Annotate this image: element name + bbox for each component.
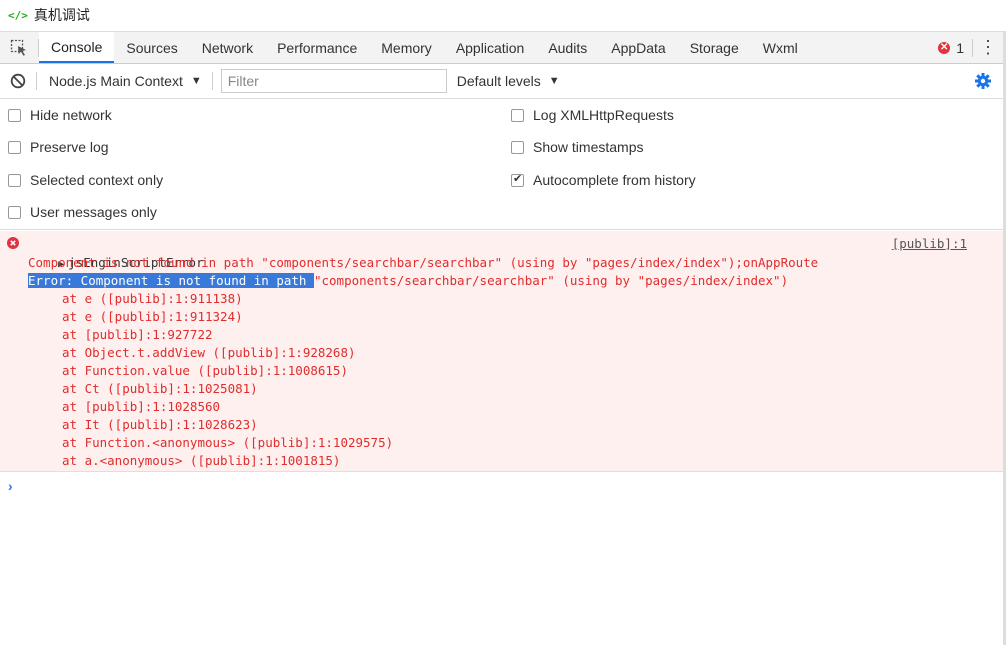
tab-sources[interactable]: Sources (114, 32, 189, 63)
tab-storage[interactable]: Storage (678, 32, 751, 63)
inspect-element-icon[interactable] (0, 32, 38, 63)
log-xhr-option[interactable]: Log XMLHttpRequests (511, 107, 674, 123)
selected-context-option[interactable]: Selected context only (8, 172, 163, 188)
stack-frame: at Ct ([publib]:1:1025081) (62, 381, 258, 396)
more-options-icon[interactable]: ⋮ (973, 37, 1003, 58)
tab-performance[interactable]: Performance (265, 32, 369, 63)
context-label: Node.js Main Context (49, 73, 183, 89)
error-message: Component is not found in path "componen… (28, 255, 819, 270)
selected-context-label: Selected context only (30, 172, 164, 188)
filter-input[interactable] (220, 69, 447, 93)
tab-appdata[interactable]: AppData (599, 32, 677, 63)
window-titlebar: </> 真机调试 (0, 0, 1006, 30)
user-messages-checkbox[interactable] (8, 205, 21, 219)
devtools-tabbar: Console Sources Network Performance Memo… (0, 31, 1003, 64)
clear-console-icon[interactable] (0, 73, 36, 89)
error-source-link[interactable]: [publib]:1 (892, 236, 967, 251)
window-title: 真机调试 (33, 7, 90, 23)
error-line-rest: "components/searchbar/searchbar" (using … (313, 273, 789, 288)
levels-label: Default levels (456, 73, 541, 89)
user-messages-label: User messages only (30, 204, 157, 220)
error-circle-icon (7, 237, 19, 252)
tab-memory[interactable]: Memory (369, 32, 444, 63)
autocomplete-checkbox[interactable] (511, 172, 524, 187)
stack-frame: at [publib]:1:927722 (62, 327, 213, 342)
stack-frame: at e ([publib]:1:911138) (62, 291, 243, 306)
console-error-message: ▶ jsEnginScriptError [publib]:1 Component… (0, 231, 1003, 472)
log-levels-dropdown[interactable]: Default levels ▼ (457, 73, 560, 89)
hide-network-checkbox[interactable] (8, 108, 21, 122)
dropdown-caret-icon: ▼ (548, 75, 560, 87)
stack-frame: at a.<anonymous> ([publib]:1:1001815) (62, 453, 341, 468)
hide-network-option[interactable]: Hide network (8, 107, 112, 123)
console-toolbar: Node.js Main Context ▼ Default levels ▼ (0, 64, 1003, 99)
autocomplete-label: Autocomplete from history (533, 172, 696, 188)
context-selector[interactable]: Node.js Main Context ▼ (37, 73, 212, 89)
selected-context-checkbox[interactable] (8, 173, 21, 187)
stack-frame: at e ([publib]:1:911324) (62, 309, 243, 324)
autocomplete-option[interactable]: Autocomplete from history (511, 172, 696, 188)
code-logo-icon: </> (8, 8, 28, 22)
tab-network[interactable]: Network (190, 32, 265, 63)
toolbar-divider (211, 72, 213, 90)
log-xhr-checkbox[interactable] (511, 108, 524, 122)
preserve-log-option[interactable]: Preserve log (8, 139, 109, 155)
settings-gear-icon[interactable] (963, 72, 1003, 90)
error-count-badge[interactable]: ✕ 1 (938, 40, 972, 56)
selected-text: Error: Component is not found in path (28, 273, 314, 288)
console-prompt-icon[interactable]: › (8, 478, 13, 494)
log-xhr-label: Log XMLHttpRequests (533, 107, 674, 123)
stack-frame: at [publib]:1:1028560 (62, 399, 221, 414)
show-timestamps-label: Show timestamps (533, 139, 644, 155)
dropdown-caret-icon: ▼ (190, 75, 202, 87)
stack-frame: at It ([publib]:1:1028623) (62, 417, 258, 432)
tab-application[interactable]: Application (444, 32, 537, 63)
preserve-log-checkbox[interactable] (8, 140, 21, 154)
tab-wxml[interactable]: Wxml (751, 32, 810, 63)
show-timestamps-option[interactable]: Show timestamps (511, 139, 643, 155)
error-count: 1 (956, 39, 964, 56)
show-timestamps-checkbox[interactable] (511, 140, 524, 154)
hide-network-label: Hide network (30, 107, 112, 123)
stack-frame: at Function.value ([publib]:1:1008615) (62, 363, 348, 378)
tab-console[interactable]: Console (39, 32, 115, 63)
user-messages-option[interactable]: User messages only (8, 204, 157, 220)
stack-frame: at Function.<anonymous> ([publib]:1:1029… (62, 435, 394, 450)
console-settings-panel: Hide network Preserve log Selected conte… (0, 99, 1003, 230)
error-circle-icon: ✕ (938, 41, 951, 54)
preserve-log-label: Preserve log (30, 139, 109, 155)
error-title-row[interactable]: ▶ jsEnginScriptError (28, 236, 204, 270)
tab-audits[interactable]: Audits (536, 32, 599, 63)
stack-frame: at Object.t.addView ([publib]:1:928268) (62, 345, 356, 360)
error-line: Error: Component is not found in path "c… (28, 272, 788, 290)
